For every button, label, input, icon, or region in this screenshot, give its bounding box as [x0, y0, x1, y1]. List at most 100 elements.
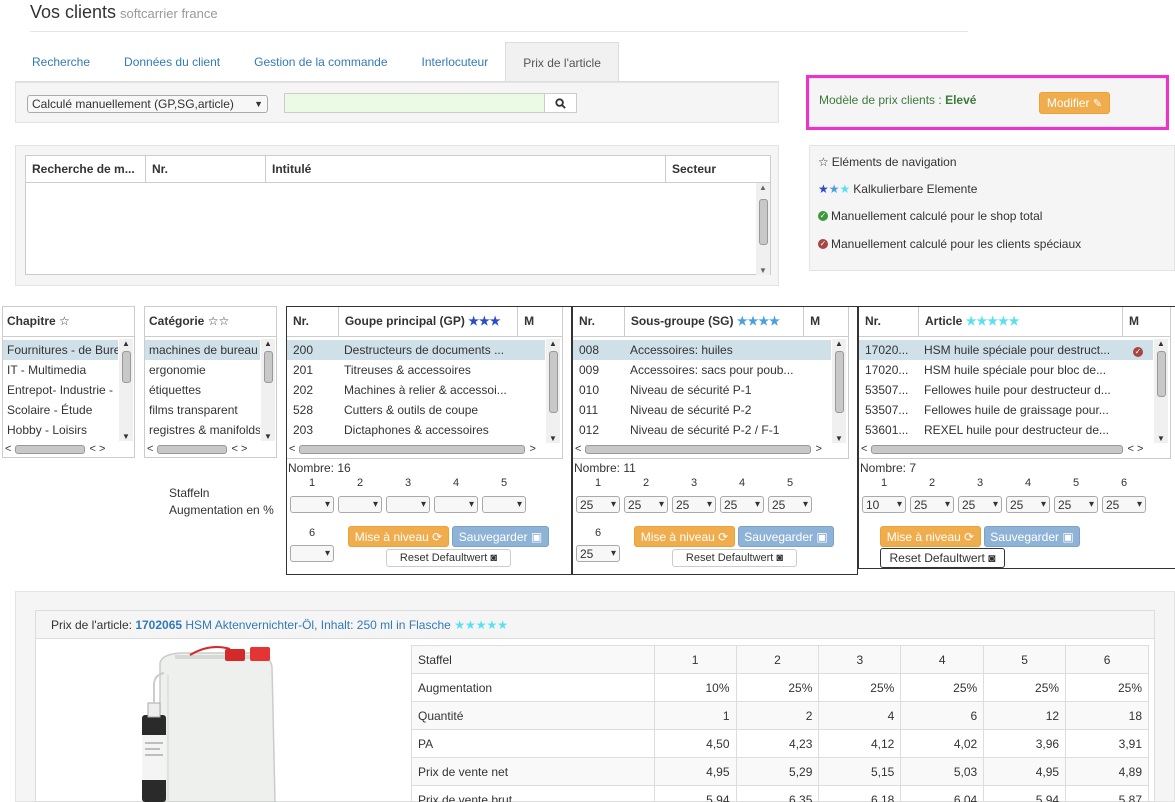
- staffel-select[interactable]: 25 ▾: [1102, 496, 1146, 513]
- staffel-select[interactable]: 25 ▾: [576, 545, 620, 562]
- staffel-select[interactable]: 25 ▾: [768, 496, 812, 513]
- chevron-down-icon: ▾: [802, 499, 808, 510]
- list-item[interactable]: registres & manifolds: [145, 420, 260, 440]
- tab-gestion-commande[interactable]: Gestion de la commande: [237, 42, 404, 82]
- table-row[interactable]: 011 Niveau de sécurité P-2: [573, 400, 831, 420]
- horizontal-scrollbar[interactable]: < < >: [861, 442, 1169, 456]
- staffel-select[interactable]: ▾: [290, 545, 334, 562]
- staffel-select[interactable]: 25 ▾: [624, 496, 668, 513]
- col-nr[interactable]: Nr.: [146, 156, 266, 183]
- table-row[interactable]: 53601... REXEL huile pour destructeur de.…: [859, 420, 1153, 440]
- scrollbar[interactable]: ▲ ▼: [261, 339, 275, 441]
- col-nr[interactable]: Nr.: [287, 307, 339, 336]
- calc-mode-select[interactable]: Calculé manuellement (GP,SG,article) ▼: [27, 95, 268, 113]
- horizontal-scrollbar[interactable]: < >: [289, 442, 561, 456]
- staffel-select[interactable]: 25 ▾: [672, 496, 716, 513]
- list-item[interactable]: IT - Multimedia: [3, 360, 118, 380]
- table-row: Prix de vente net 4,95 5,29 5,15 5,03 4,95 4,8…: [411, 757, 1149, 786]
- search-input[interactable]: [284, 93, 545, 113]
- col-m[interactable]: M: [804, 307, 848, 336]
- list-item[interactable]: Fournitures - de Bure: [3, 340, 118, 360]
- staffel-select[interactable]: 25 ▾: [1006, 496, 1050, 513]
- staffel-select[interactable]: ▾: [434, 496, 478, 513]
- staffel-select[interactable]: 25 ▾: [1054, 496, 1098, 513]
- list-item[interactable]: ergonomie: [145, 360, 260, 380]
- tab-donnees-client[interactable]: Données du client: [107, 42, 237, 82]
- tab-interlocuteur[interactable]: Interlocuteur: [405, 42, 506, 82]
- table-header: 3: [818, 645, 902, 674]
- tab-recherche[interactable]: Recherche: [15, 42, 107, 82]
- article-save-button[interactable]: Sauvegarder ▣: [984, 526, 1080, 547]
- staffel-select[interactable]: 25 ▾: [720, 496, 764, 513]
- col-recherche[interactable]: Recherche de m...: [26, 156, 146, 183]
- table-row[interactable]: 201 Titreuses & accessoires: [287, 360, 545, 380]
- sg-save-button[interactable]: Sauvegarder ▣: [738, 526, 834, 547]
- staffel-select[interactable]: 25 ▾: [576, 496, 620, 513]
- gp-save-button[interactable]: Sauvegarder ▣: [452, 526, 549, 547]
- article-upgrade-button[interactable]: Mise à niveau ⟳: [880, 526, 981, 547]
- staffel-select[interactable]: 25 ▾: [958, 496, 1002, 513]
- list-item[interactable]: machines de bureau: [145, 340, 260, 360]
- col-intitule[interactable]: Intitulé: [266, 156, 666, 183]
- col-m[interactable]: M: [1123, 307, 1169, 336]
- list-item[interactable]: Entrepot- Industrie -: [3, 380, 118, 400]
- table-header: Staffel: [411, 645, 655, 674]
- stars-blue-icon: ★★★: [818, 182, 851, 196]
- col-sg[interactable]: Sous-groupe (SG) ★★★★: [625, 307, 805, 336]
- staffel-value: 25: [580, 546, 594, 561]
- gp-count: Nombre: 16: [288, 461, 351, 475]
- staffel-select[interactable]: 10 ▾: [862, 496, 906, 513]
- horizontal-scrollbar[interactable]: < < >: [5, 442, 133, 456]
- horizontal-scrollbar[interactable]: < >: [575, 442, 847, 456]
- augmentation-label: Augmentation en %: [169, 503, 274, 517]
- gp-reset-button[interactable]: Reset Defaultwert ◙: [386, 549, 511, 567]
- scrollbar[interactable]: ▲ ▼: [1154, 339, 1168, 443]
- scrollbar[interactable]: ▲ ▼: [832, 339, 846, 443]
- staffel-select[interactable]: ▾: [338, 496, 382, 513]
- table-row[interactable]: 17020... HSM huile spéciale pour bloc de.…: [859, 360, 1153, 380]
- staffel-select[interactable]: 25 ▾: [910, 496, 954, 513]
- list-item[interactable]: étiquettes: [145, 380, 260, 400]
- table-row[interactable]: 203 Dictaphones & accessoires: [287, 420, 545, 440]
- col-nr[interactable]: Nr.: [859, 307, 919, 336]
- scrollbar[interactable]: ▲ ▼: [119, 339, 133, 441]
- chevron-down-icon: ▾: [372, 499, 378, 510]
- col-m[interactable]: M: [518, 307, 562, 336]
- table-row[interactable]: 012 Niveau de sécurité P-2 / F-1: [573, 420, 831, 440]
- sg-upgrade-button[interactable]: Mise à niveau ⟳: [634, 526, 735, 547]
- scrollbar[interactable]: ▲ ▼: [756, 183, 770, 275]
- table-row[interactable]: 202 Machines à relier & accessoi...: [287, 380, 545, 400]
- table-row[interactable]: 008 Accessoires: huiles: [573, 340, 831, 360]
- search-button[interactable]: [544, 93, 577, 113]
- table-row[interactable]: 200 Destructeurs de documents ...: [287, 340, 545, 360]
- horizontal-scrollbar[interactable]: < < >: [147, 442, 275, 456]
- gp-upgrade-button[interactable]: Mise à niveau ⟳: [348, 526, 449, 547]
- table-row[interactable]: 010 Niveau de sécurité P-1: [573, 380, 831, 400]
- tab-prix-article[interactable]: Prix de l'article: [505, 42, 619, 82]
- list-item[interactable]: Scolaire - Étude: [3, 400, 118, 420]
- categorie-header: Catégorie ☆☆: [149, 314, 230, 328]
- sg-reset-button[interactable]: Reset Defaultwert ◙: [672, 549, 797, 567]
- table-row[interactable]: 53507... Fellowes huile de graissage pour…: [859, 400, 1153, 420]
- table-row[interactable]: 17020... HSM huile spéciale pour destruct…: [859, 340, 1153, 360]
- scrollbar[interactable]: ▲ ▼: [546, 339, 560, 443]
- list-item[interactable]: Hobby - Loisirs: [3, 420, 118, 440]
- staffel-select[interactable]: ▾: [290, 496, 334, 513]
- modifier-button[interactable]: Modifier ✎: [1039, 92, 1110, 114]
- col-article[interactable]: Article ★★★★★: [919, 307, 1123, 336]
- staffel-select[interactable]: ▾: [386, 496, 430, 513]
- col-secteur[interactable]: Secteur: [666, 156, 770, 183]
- list-item[interactable]: films transparent: [145, 400, 260, 420]
- price-table: Staffel 1 2 3 4 5 6 Augmentation 10% 25% 25…: [411, 645, 1149, 802]
- divider: [30, 31, 968, 32]
- table-row[interactable]: 53507... Fellowes huile pour destructeur …: [859, 380, 1153, 400]
- table-row[interactable]: 528 Cutters & outils de coupe: [287, 400, 545, 420]
- staffel-select[interactable]: ▾: [482, 496, 526, 513]
- staffel-label: 5: [500, 477, 508, 489]
- article-reset-button[interactable]: Reset Defaultwert ◙: [880, 548, 1005, 568]
- col-gp[interactable]: Goupe principal (GP) ★★★: [339, 307, 519, 336]
- chevron-down-icon: ▾: [420, 499, 426, 510]
- stars-icon: ★★★★★: [454, 618, 508, 632]
- table-row[interactable]: 009 Accessoires: sacs pour poub...: [573, 360, 831, 380]
- col-nr[interactable]: Nr.: [573, 307, 625, 336]
